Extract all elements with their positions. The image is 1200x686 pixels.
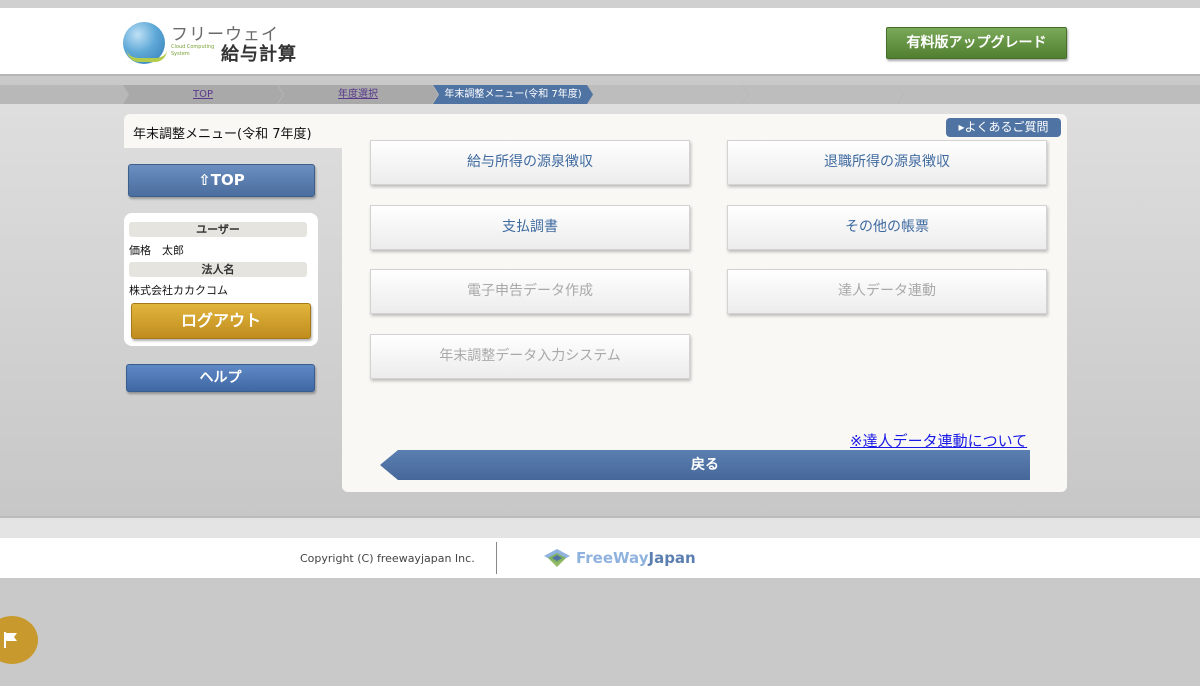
logo-subtitle: Cloud Computing System (171, 44, 215, 57)
faq-button[interactable]: ▸よくあるご質問 (946, 118, 1061, 137)
copyright-text: Copyright (C) freewayjapan Inc. (300, 552, 475, 565)
breadcrumb-item-top: TOP (123, 85, 283, 104)
top-button[interactable]: ⇧TOP (128, 164, 315, 197)
flag-icon (4, 632, 17, 648)
payment-record-button[interactable]: 支払調書 (370, 205, 690, 250)
tatsujin-info-link[interactable]: ※達人データ連動について (850, 430, 1027, 451)
freewayjapan-mark-icon (544, 549, 570, 567)
upgrade-button[interactable]: 有料版アップグレード (886, 27, 1067, 59)
breadcrumb-item-year: 年度選択 (278, 85, 438, 104)
freewayjapan-logo: FreeWayJapan (544, 547, 696, 569)
breadcrumb-item-empty (898, 85, 1200, 104)
salary-withholding-button[interactable]: 給与所得の源泉徴収 (370, 140, 690, 185)
breadcrumb-link-top[interactable]: TOP (193, 89, 213, 100)
user-label: ユーザー (129, 222, 307, 237)
footer: Copyright (C) freewayjapan Inc. FreeWayJ… (0, 538, 1200, 578)
footer-band (0, 516, 1200, 538)
logo-text-japan: Japan (648, 549, 696, 567)
logout-button[interactable]: ログアウト (131, 303, 311, 339)
retirement-withholding-button[interactable]: 退職所得の源泉徴収 (727, 140, 1047, 185)
year-end-input-system-button: 年末調整データ入力システム (370, 334, 690, 379)
app-logo[interactable]: フリーウェイ Cloud Computing System 給与計算 (123, 20, 303, 66)
breadcrumb: TOP 年度選択 年末調整メニュー(令和 7年度) (0, 85, 1200, 104)
breadcrumb-item-empty (743, 85, 903, 104)
freewayjapan-logo-text: FreeWayJapan (576, 549, 696, 567)
corp-name: 株式会社カカクコム (129, 284, 228, 297)
page-title: 年末調整メニュー(令和 7年度) (133, 127, 312, 142)
breadcrumb-item-current: 年末調整メニュー(令和 7年度) (433, 85, 593, 104)
footer-divider (496, 542, 497, 574)
tatsujin-link-button: 達人データ連動 (727, 269, 1047, 314)
back-button[interactable]: 戻る (380, 450, 1030, 480)
help-button[interactable]: ヘルプ (126, 364, 315, 392)
header: フリーウェイ Cloud Computing System 給与計算 有料版アッ… (0, 8, 1200, 76)
corp-label: 法人名 (129, 262, 307, 277)
user-info-box: ユーザー 価格 太郎 法人名 株式会社カカクコム ログアウト (124, 213, 318, 346)
feedback-flag-button[interactable] (0, 616, 38, 664)
e-filing-button: 電子申告データ作成 (370, 269, 690, 314)
swoosh-icon (127, 50, 167, 62)
user-name: 価格 太郎 (129, 244, 184, 257)
logo-text-freeway: FreeWay (576, 549, 649, 567)
logo-product-text: 給与計算 (221, 44, 297, 65)
top-band (0, 0, 1200, 8)
breadcrumb-link-year[interactable]: 年度選択 (338, 89, 378, 100)
breadcrumb-item-empty (588, 85, 748, 104)
other-forms-button[interactable]: その他の帳票 (727, 205, 1047, 250)
